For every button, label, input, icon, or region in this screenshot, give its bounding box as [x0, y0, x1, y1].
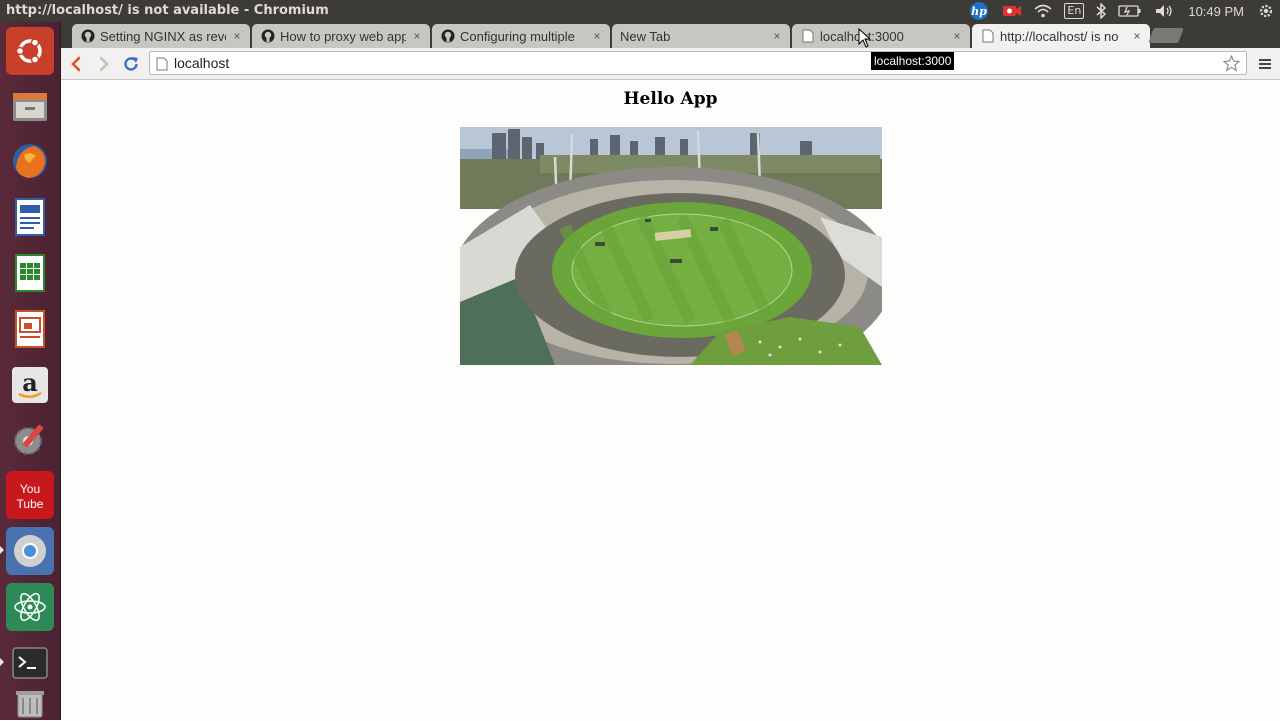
tab-proxy-web-app[interactable]: How to proxy web app ×: [252, 24, 430, 48]
window-title: http://localhost/ is not available - Chr…: [6, 3, 329, 18]
libreoffice-calc-icon[interactable]: [6, 249, 54, 297]
tab-close-button[interactable]: ×: [410, 29, 424, 43]
reload-icon: [124, 57, 138, 71]
volume-icon[interactable]: [1148, 0, 1180, 22]
page-icon: [156, 56, 168, 75]
firefox-icon[interactable]: [6, 137, 54, 185]
battery-icon[interactable]: [1112, 0, 1148, 22]
tab-close-button[interactable]: ×: [770, 29, 784, 43]
svg-text:You: You: [20, 482, 40, 496]
tab-close-button[interactable]: ×: [950, 29, 964, 43]
svg-text:Tube: Tube: [17, 497, 44, 511]
hamburger-menu-icon: [1259, 59, 1271, 69]
address-text[interactable]: localhost: [174, 55, 229, 71]
system-tray: hp En 10:49 PM: [962, 0, 1280, 22]
system-settings-icon[interactable]: [6, 415, 54, 463]
tab-title: How to proxy web app: [280, 28, 406, 44]
system-top-panel: http://localhost/ is not available - Chr…: [0, 0, 1280, 22]
wifi-icon[interactable]: [1028, 0, 1058, 22]
tab-title: Configuring multiple: [460, 28, 575, 44]
tab-tooltip: localhost:3000: [871, 52, 955, 70]
tab-title: New Tab: [620, 28, 671, 44]
hp-icon[interactable]: hp: [962, 0, 996, 22]
tab-strip: Setting NGINX as reve × How to proxy web…: [61, 22, 1280, 48]
running-indicator: [0, 546, 4, 554]
keyboard-language-icon[interactable]: En: [1058, 0, 1090, 22]
reload-button[interactable]: [119, 52, 143, 76]
tab-title: http://localhost/ is no: [1000, 28, 1119, 44]
libreoffice-impress-icon[interactable]: [6, 305, 54, 353]
tab-title: localhost:3000: [820, 29, 946, 44]
tab-title: Setting NGINX as reve: [100, 28, 226, 44]
page-viewport: Hello App: [61, 81, 1280, 720]
new-tab-button[interactable]: [1148, 28, 1184, 43]
files-icon[interactable]: [6, 83, 54, 131]
tab-close-button[interactable]: ×: [230, 29, 244, 43]
forward-arrow-icon: [99, 56, 109, 72]
tab-setting-nginx[interactable]: Setting NGINX as reve ×: [72, 24, 250, 48]
running-indicator: [0, 658, 4, 666]
chromium-icon[interactable]: [6, 527, 54, 575]
ubuntu-dash-icon[interactable]: [6, 27, 54, 75]
forward-button[interactable]: [92, 52, 116, 76]
github-icon: [440, 28, 456, 44]
clock[interactable]: 10:49 PM: [1180, 0, 1252, 22]
github-icon: [260, 28, 276, 44]
back-arrow-icon: [71, 56, 81, 72]
atom-editor-icon[interactable]: [6, 583, 54, 631]
settings-gear-icon[interactable]: [1252, 0, 1280, 22]
unity-launcher: a You Tube: [0, 22, 61, 720]
page-icon: [800, 28, 816, 44]
tab-configuring-multiple[interactable]: Configuring multiple ×: [432, 24, 610, 48]
tab-localhost-not-available[interactable]: http://localhost/ is no ×: [972, 24, 1150, 48]
browser-toolbar: localhost: [61, 48, 1280, 80]
page-icon: [980, 28, 996, 44]
bookmark-star-icon[interactable]: [1222, 54, 1241, 76]
youtube-icon[interactable]: You Tube: [6, 471, 54, 519]
recording-icon[interactable]: [996, 0, 1028, 22]
libreoffice-writer-icon[interactable]: [6, 193, 54, 241]
mouse-cursor-icon: [858, 27, 872, 52]
page-heading: Hello App: [623, 89, 718, 109]
terminal-icon[interactable]: [6, 639, 54, 687]
github-icon: [80, 28, 96, 44]
bluetooth-icon[interactable]: [1090, 0, 1112, 22]
svg-text:hp: hp: [972, 5, 988, 18]
tab-close-button[interactable]: ×: [1130, 29, 1144, 43]
svg-text:a: a: [22, 368, 38, 397]
chrome-menu-button[interactable]: [1253, 52, 1277, 76]
tab-localhost-3000[interactable]: localhost:3000 ×: [792, 24, 970, 48]
tab-new-tab[interactable]: New Tab ×: [612, 24, 790, 48]
amazon-icon[interactable]: a: [6, 361, 54, 409]
stadium-image: [460, 127, 882, 365]
back-button[interactable]: [64, 52, 88, 76]
address-bar[interactable]: localhost: [149, 51, 1247, 75]
trash-icon[interactable]: [6, 687, 54, 721]
tab-close-button[interactable]: ×: [590, 29, 604, 43]
